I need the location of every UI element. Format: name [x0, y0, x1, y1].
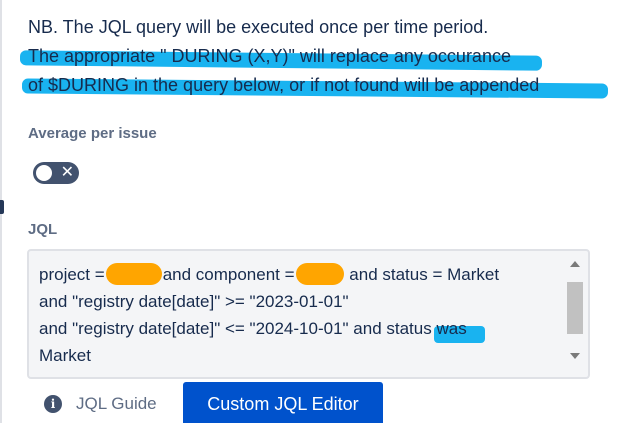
jql-line-2: and "registry date[date]" >= "2023-01-01… [39, 292, 349, 311]
jql-component-text: and component = [162, 265, 295, 284]
was-highlight: was [434, 315, 486, 343]
jql-scrollbar[interactable] [566, 259, 584, 371]
redaction-mark [105, 262, 162, 285]
jql-textarea[interactable]: project = and component = and status = Ma… [27, 249, 590, 379]
note-line-2: The appropriate " DURING (X,Y)" will rep… [19, 42, 543, 71]
custom-jql-editor-button[interactable]: Custom JQL Editor [183, 382, 383, 423]
note-line-1: NB. The JQL query will be executed once … [28, 13, 539, 42]
redaction-mark [295, 262, 344, 285]
scroll-thumb[interactable] [567, 282, 583, 334]
jql-line-3: and "registry date[date]" <= "2024-10-01… [39, 315, 564, 343]
toggle-knob [36, 165, 52, 181]
jql-guide-link[interactable]: i JQL Guide [44, 394, 157, 414]
jql-project-text: project = [39, 265, 105, 284]
scroll-up-arrow-icon[interactable] [570, 261, 580, 267]
average-per-issue-toggle[interactable]: ✕ [33, 162, 79, 184]
note-line-3: of $DURING in the query below, or if not… [21, 71, 609, 100]
scroll-down-arrow-icon[interactable] [570, 353, 580, 359]
close-icon: ✕ [60, 164, 74, 181]
jql-guide-label: JQL Guide [76, 394, 157, 413]
panel-edge-handle [0, 200, 4, 214]
jql-was-text: was [436, 319, 467, 338]
jql-line-1: project = and component = and status = Ma… [39, 261, 564, 288]
info-icon: i [44, 395, 62, 413]
average-per-issue-label: Average per issue [28, 125, 157, 142]
jql-label: JQL [28, 221, 58, 238]
jql-line-4: Market [39, 346, 91, 365]
jql-query-text: project = and component = and status = Ma… [39, 261, 564, 369]
note-line-2-text: The appropriate " DURING (X,Y)" will rep… [28, 46, 511, 66]
jql-line-3-text: and "registry date[date]" <= "2024-10-01… [39, 319, 432, 338]
jql-status-text: and status = Market [349, 265, 500, 284]
jql-note: NB. The JQL query will be executed once … [19, 13, 609, 100]
note-line-1-text: NB. The JQL query will be executed once … [28, 17, 489, 37]
note-line-3-text: of $DURING in the query below, or if not… [28, 75, 540, 95]
